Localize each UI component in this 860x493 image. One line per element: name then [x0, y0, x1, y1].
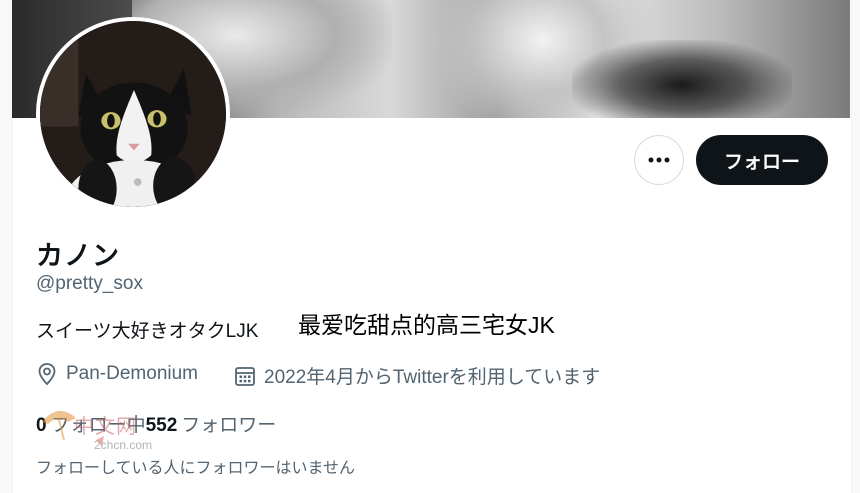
mutual-followers-note: フォローしている人にフォロワーはいません — [36, 460, 356, 477]
location-pin-icon — [38, 363, 56, 386]
profile-bio: スイーツ大好きオタクLJK — [36, 321, 259, 342]
user-handle: @pretty_sox — [36, 273, 143, 294]
profile-joined-date: 2022年4月からTwitterを利用しています — [234, 362, 600, 389]
follow-stats: 0 フォロー中 552 フォロワー — [36, 410, 276, 437]
more-horizontal-icon — [648, 157, 670, 163]
followers-count: 552 — [145, 415, 178, 436]
followers-link[interactable]: 552 フォロワー — [146, 410, 277, 437]
overlay-caption: 最爱吃甜点的高三宅女JK — [298, 312, 555, 338]
follow-button[interactable]: フォロー — [696, 135, 828, 185]
following-count: 0 — [36, 415, 47, 436]
joined-text: 2022年4月からTwitterを利用しています — [264, 367, 601, 388]
location-text: Pan-Demonium — [66, 363, 198, 384]
profile-location: Pan-Demonium — [36, 362, 198, 386]
display-name: カノン — [36, 241, 120, 271]
more-options-button[interactable] — [634, 135, 684, 185]
watermark-site: 2chcn.com — [94, 438, 153, 452]
page-gutter-left — [0, 0, 12, 493]
avatar[interactable] — [36, 17, 230, 211]
watermark-text: 中文网 — [74, 416, 137, 438]
cat-avatar-image — [40, 21, 226, 207]
calendar-icon — [235, 366, 255, 386]
followers-label: フォロワー — [181, 415, 277, 436]
